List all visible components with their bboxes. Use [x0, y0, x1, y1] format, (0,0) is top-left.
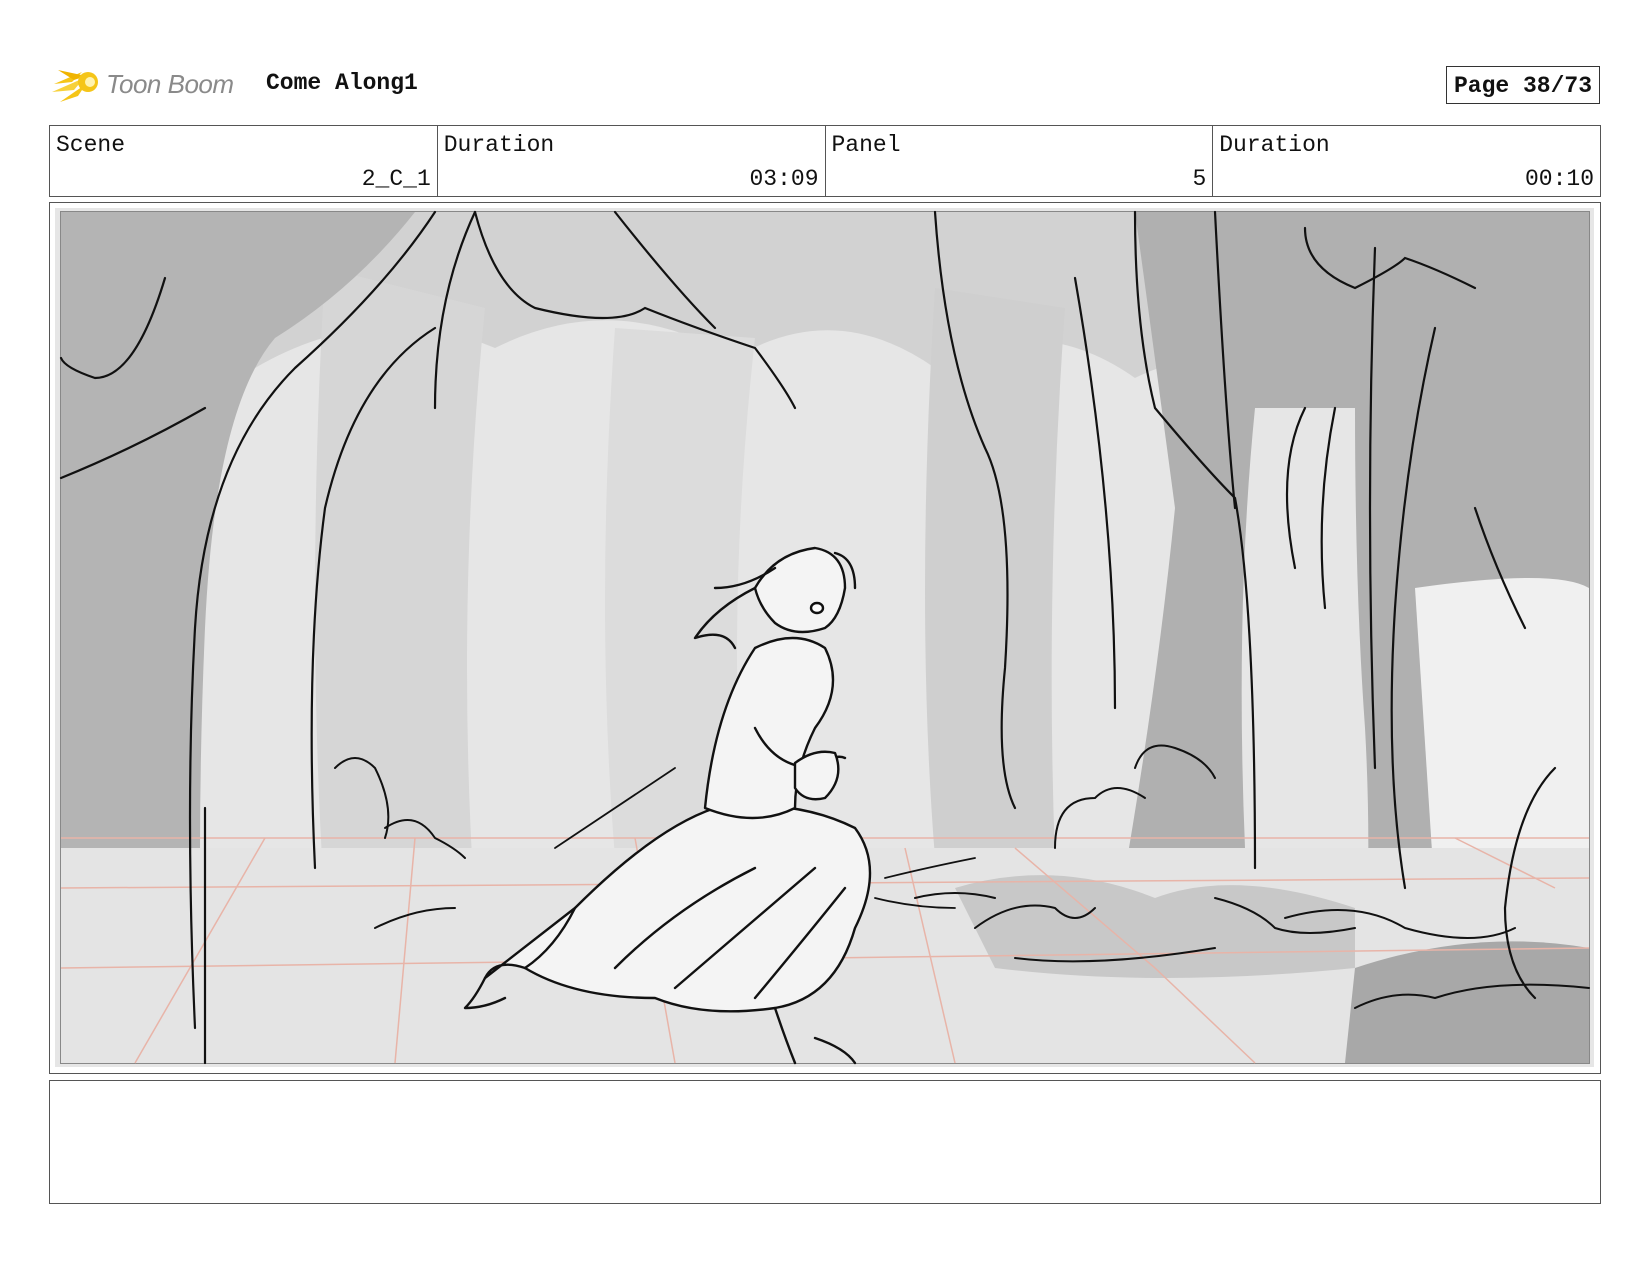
- project-title: Come Along1: [266, 70, 418, 96]
- page-header: Toon Boom Come Along1 Page 38/73: [52, 58, 1600, 110]
- flame-icon: [52, 70, 98, 102]
- panel-duration-cell: Duration 00:10: [1213, 126, 1600, 196]
- scene-duration-cell: Duration 03:09: [438, 126, 826, 196]
- panel-value: 5: [1192, 166, 1207, 192]
- toon-boom-logo: Toon Boom: [52, 58, 234, 110]
- panel-label: Panel: [831, 132, 901, 158]
- logo-wordmark: Toon Boom: [106, 68, 234, 99]
- panel-info-table: Scene 2_C_1 Duration 03:09 Panel 5 Durat…: [49, 125, 1601, 197]
- storyboard-panel: [49, 202, 1601, 1074]
- panel-notes: [49, 1080, 1601, 1204]
- forest-sketch-illustration: [55, 208, 1594, 1067]
- scene-value: 2_C_1: [361, 166, 431, 192]
- panel-cell: Panel 5: [826, 126, 1214, 196]
- scene-duration-value: 03:09: [749, 166, 819, 192]
- scene-cell: Scene 2_C_1: [50, 126, 438, 196]
- panel-duration-label: Duration: [1219, 132, 1330, 158]
- scene-duration-label: Duration: [443, 132, 555, 158]
- scene-label: Scene: [56, 132, 126, 158]
- page-indicator: Page 38/73: [1445, 66, 1600, 104]
- panel-duration-value: 00:10: [1524, 166, 1594, 192]
